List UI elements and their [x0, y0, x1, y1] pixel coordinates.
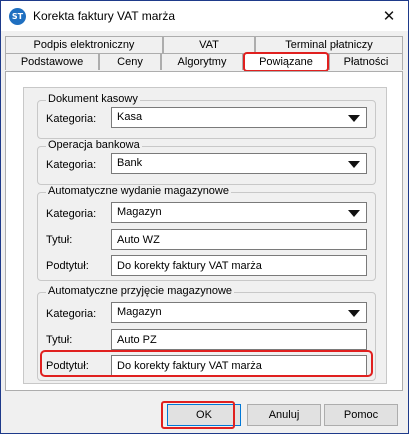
- tab-vat[interactable]: VAT: [163, 36, 255, 53]
- active-tab-highlight: [243, 52, 329, 72]
- chevron-down-icon[interactable]: [348, 161, 360, 168]
- chevron-down-icon[interactable]: [348, 310, 360, 317]
- help-button[interactable]: Pomoc: [324, 404, 398, 426]
- wydanie-tytul-field[interactable]: [111, 229, 367, 250]
- chevron-down-icon[interactable]: [348, 210, 360, 217]
- group-title: Operacja bankowa: [46, 139, 142, 151]
- tab-platnosci[interactable]: Płatności: [329, 53, 403, 70]
- wydanie-tytul-label: Tytuł:: [46, 234, 73, 246]
- chevron-down-icon[interactable]: [348, 115, 360, 122]
- wydanie-tytul-input[interactable]: [112, 230, 366, 249]
- bank-kategoria-select[interactable]: Bank: [111, 153, 367, 174]
- kasa-kategoria-label: Kategoria:: [46, 113, 97, 125]
- group-title: Automatyczne przyjęcie magazynowe: [46, 285, 235, 297]
- tab-terminal-platniczy[interactable]: Terminal płatniczy: [255, 36, 403, 53]
- selected-value: Magazyn: [117, 306, 162, 318]
- ok-button-highlight: [161, 401, 235, 429]
- bank-kategoria-label: Kategoria:: [46, 159, 97, 171]
- window-title: Korekta faktury VAT marża: [33, 9, 176, 23]
- tab-ceny[interactable]: Ceny: [99, 53, 161, 70]
- tab-podstawowe[interactable]: Podstawowe: [5, 53, 99, 70]
- wydanie-kategoria-select[interactable]: Magazyn: [111, 202, 367, 223]
- przyjecie-tytul-input[interactable]: [112, 330, 366, 349]
- przyjecie-kategoria-select[interactable]: Magazyn: [111, 302, 367, 323]
- wydanie-podtytul-label: Podtytuł:: [46, 260, 89, 272]
- group-title: Dokument kasowy: [46, 93, 140, 105]
- close-icon[interactable]: ✕: [380, 7, 398, 25]
- group-title: Automatyczne wydanie magazynowe: [46, 185, 231, 197]
- przyjecie-tytul-field[interactable]: [111, 329, 367, 350]
- cancel-button[interactable]: Anuluj: [247, 404, 321, 426]
- wydanie-podtytul-field[interactable]: [111, 255, 367, 276]
- selected-value: Bank: [117, 157, 143, 169]
- tab-algorytmy[interactable]: Algorytmy: [161, 53, 243, 70]
- title-bar[interactable]: ST Korekta faktury VAT marża ✕: [1, 1, 408, 31]
- wydanie-kategoria-label: Kategoria:: [46, 208, 97, 220]
- przyjecie-tytul-label: Tytuł:: [46, 334, 73, 346]
- dialog-window: ST Korekta faktury VAT marża ✕ Podpis el…: [0, 0, 409, 434]
- app-logo-icon: ST: [9, 8, 26, 25]
- kasa-kategoria-select[interactable]: Kasa: [111, 107, 367, 128]
- selected-value: Magazyn: [117, 206, 162, 218]
- podtytul-highlight: [40, 350, 373, 377]
- tab-podpis-elektroniczny[interactable]: Podpis elektroniczny: [5, 36, 163, 53]
- wydanie-podtytul-input[interactable]: [112, 256, 366, 275]
- selected-value: Kasa: [117, 111, 143, 123]
- przyjecie-kategoria-label: Kategoria:: [46, 308, 97, 320]
